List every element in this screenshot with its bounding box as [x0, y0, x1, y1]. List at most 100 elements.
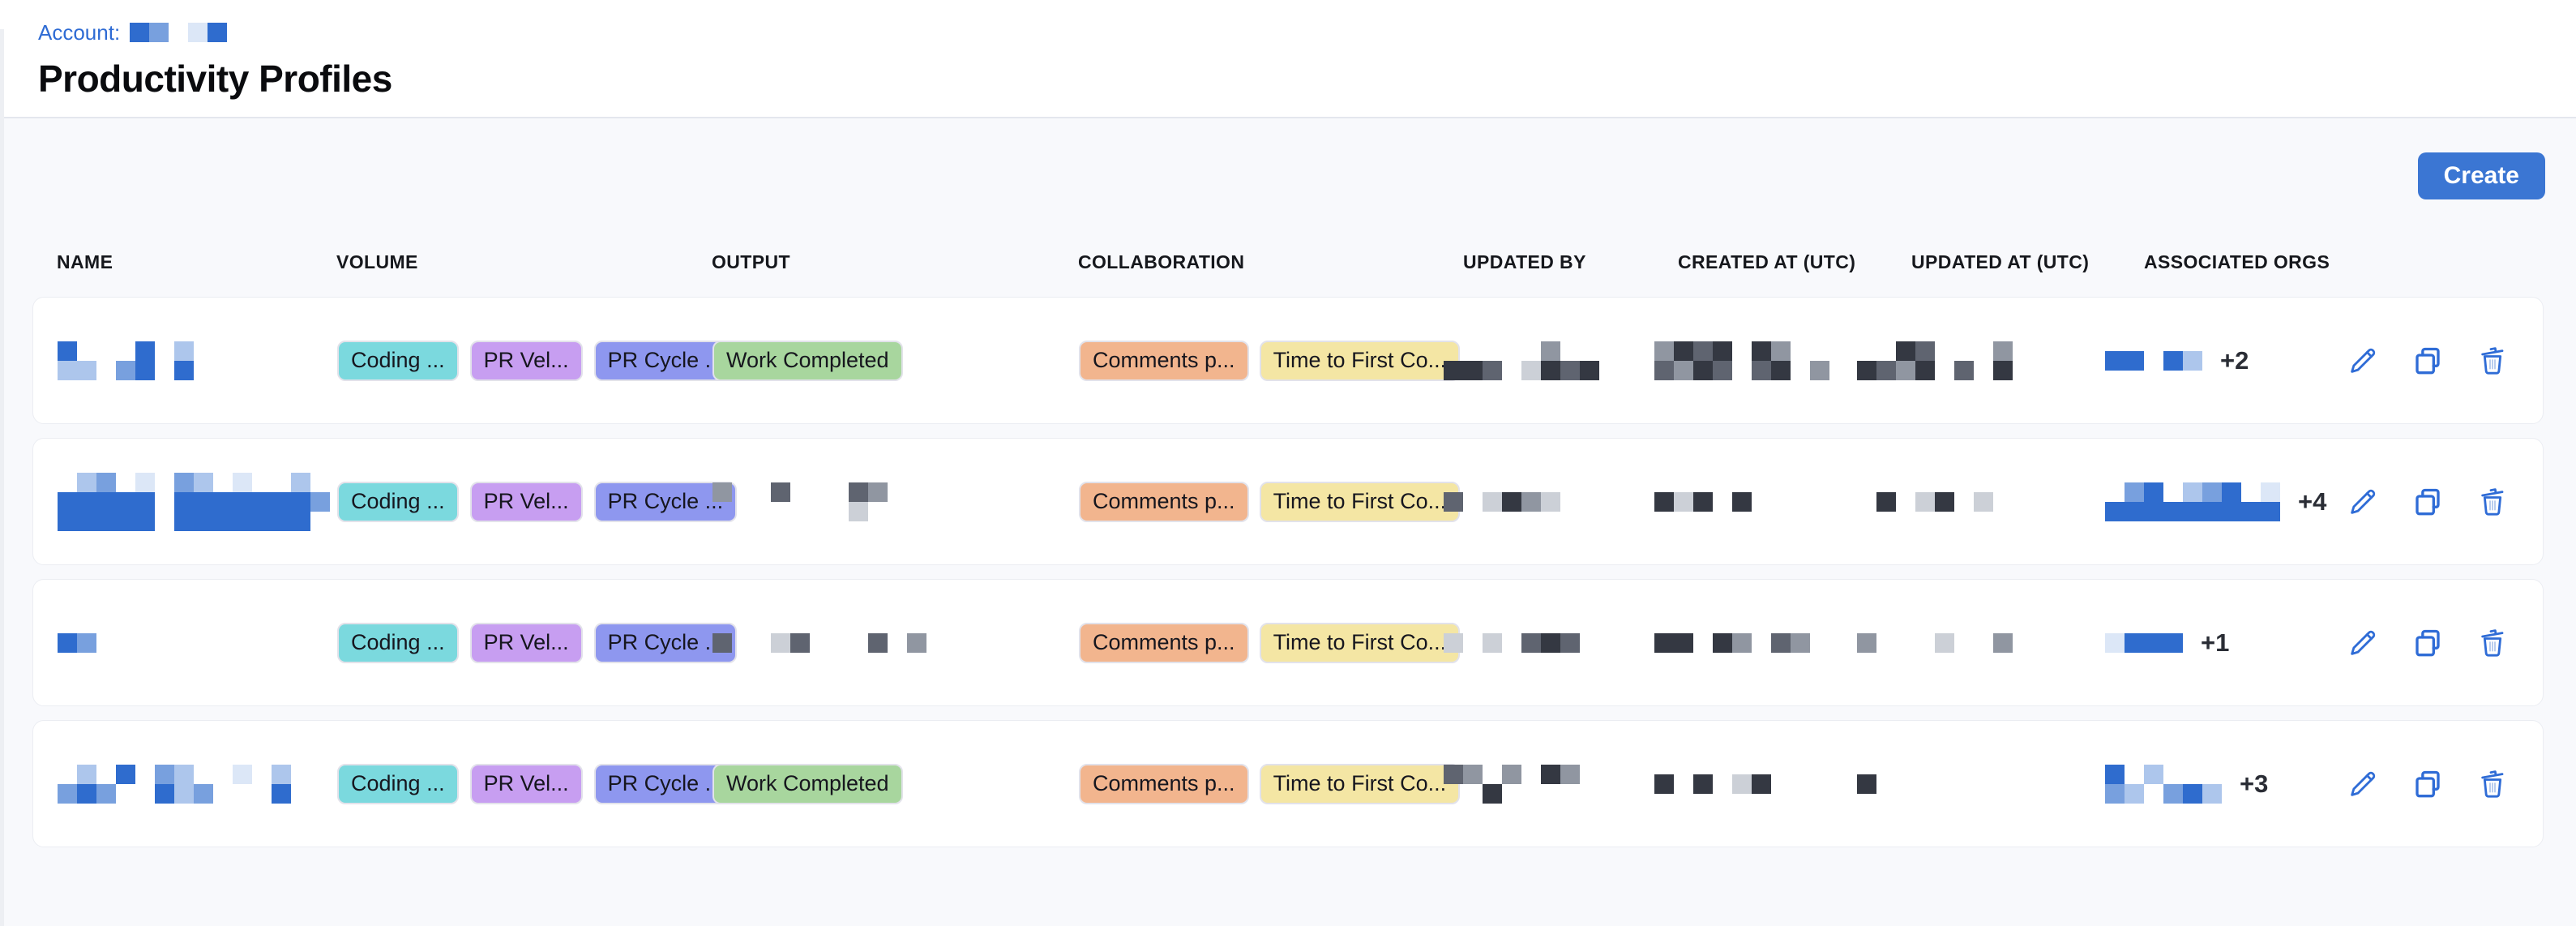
edit-button[interactable] [2345, 625, 2381, 661]
badge-coding: Coding ... [337, 341, 459, 381]
redacted-orgs [2105, 765, 2222, 804]
badge-pr_velocity: PR Vel... [470, 482, 583, 522]
badge-coding: Coding ... [337, 482, 459, 522]
badge-work_completed: Work Completed [712, 341, 903, 381]
table-row: Coding ...PR Vel...PR Cycle ... Comments… [32, 579, 2544, 706]
redacted-output [712, 633, 926, 653]
redacted-created-at [1654, 341, 1829, 380]
page-title: Productivity Profiles [38, 57, 2544, 101]
name-cell [58, 765, 291, 804]
page-header: Account: Productivity Profiles [0, 0, 2576, 118]
row-actions [2345, 625, 2510, 661]
orgs-more-count: +3 [2240, 770, 2268, 799]
table-header-row: NAMEVOLUMEOUTPUTCOLLABORATIONUPDATED BYC… [32, 251, 2544, 276]
output-badges: Work Completed [712, 341, 903, 381]
updated-by-cell [1444, 492, 1560, 512]
updated-by-cell [1444, 341, 1599, 380]
copy-icon [2411, 627, 2444, 659]
name-cell [58, 633, 96, 653]
duplicate-button[interactable] [2410, 766, 2445, 802]
volume-badges: Coding ...PR Vel...PR Cycle ... [337, 482, 737, 522]
pencil-icon [2347, 345, 2379, 377]
orgs-more-count: +4 [2298, 487, 2326, 517]
updated-by-cell [1444, 765, 1580, 804]
badge-coding: Coding ... [337, 623, 459, 663]
redacted-profile-name [58, 341, 194, 380]
column-header-updated_by: UPDATED BY [1463, 251, 1586, 273]
account-label: Account: [38, 20, 120, 45]
updated-at-cell [1857, 492, 1993, 512]
edit-button[interactable] [2345, 343, 2381, 379]
account-link[interactable]: Account: [38, 21, 2544, 44]
redacted-profile-name [58, 633, 96, 653]
redacted-orgs [2105, 351, 2202, 371]
redacted-updated-by [1444, 633, 1580, 653]
redacted-orgs [2105, 482, 2280, 521]
toolbar: Create [0, 118, 2576, 199]
redacted-account-name [130, 23, 227, 42]
redacted-updated-by [1444, 492, 1560, 512]
badge-pr_velocity: PR Vel... [470, 623, 583, 663]
table-row: Coding ...PR Vel...PR Cycle ... Work Com… [32, 720, 2544, 847]
delete-button[interactable] [2475, 343, 2510, 379]
redacted-updated-at [1857, 633, 2013, 653]
output-badges [712, 633, 926, 653]
name-cell [58, 473, 330, 531]
volume-badges: Coding ...PR Vel...PR Cycle ... [337, 623, 737, 663]
column-header-created_at: CREATED AT (UTC) [1678, 251, 1855, 273]
redacted-created-at [1654, 633, 1810, 653]
trash-icon [2476, 627, 2509, 659]
copy-icon [2411, 345, 2444, 377]
associated-orgs-cell: +1 [2105, 628, 2229, 658]
window-edge [0, 29, 4, 926]
badge-time_to_first: Time to First Co... [1260, 623, 1461, 663]
column-header-name: NAME [57, 251, 113, 273]
redacted-updated-at [1857, 774, 1876, 794]
redacted-profile-name [58, 473, 330, 531]
redacted-created-at [1654, 774, 1771, 794]
redacted-updated-at [1857, 492, 1993, 512]
badge-time_to_first: Time to First Co... [1260, 764, 1461, 804]
duplicate-button[interactable] [2410, 625, 2445, 661]
volume-badges: Coding ...PR Vel...PR Cycle ... [337, 341, 737, 381]
duplicate-button[interactable] [2410, 343, 2445, 379]
table-row: Coding ...PR Vel...PR Cycle ... Work Com… [32, 297, 2544, 424]
created-at-cell [1654, 492, 1752, 512]
trash-icon [2476, 768, 2509, 800]
orgs-more-count: +2 [2220, 346, 2249, 375]
column-header-orgs: ASSOCIATED ORGS [2144, 251, 2330, 273]
badge-comments: Comments p... [1079, 482, 1249, 522]
collaboration-badges: Comments p...Time to First Co... [1079, 482, 1460, 522]
create-button[interactable]: Create [2418, 152, 2545, 199]
delete-button[interactable] [2475, 484, 2510, 520]
table-body: Coding ...PR Vel...PR Cycle ... Work Com… [32, 297, 2544, 847]
collaboration-badges: Comments p... Time to First Co... [1079, 764, 1460, 804]
edit-button[interactable] [2345, 766, 2381, 802]
row-actions [2345, 484, 2510, 520]
edit-button[interactable] [2345, 484, 2381, 520]
badge-comments: Comments p... [1079, 764, 1249, 804]
name-cell [58, 341, 194, 380]
badge-pr_velocity: PR Vel... [470, 341, 583, 381]
duplicate-button[interactable] [2410, 484, 2445, 520]
badge-time_to_first: Time to First Co... [1260, 341, 1461, 381]
column-header-output: OUTPUT [712, 251, 790, 273]
trash-icon [2476, 486, 2509, 518]
pencil-icon [2347, 627, 2379, 659]
redacted-updated-at [1857, 341, 2013, 380]
collaboration-badges: Comments p... Time to First Co... [1079, 341, 1460, 381]
output-badges: Work Completed [712, 764, 903, 804]
badge-comments: Comments p... [1079, 341, 1249, 381]
created-at-cell [1654, 774, 1771, 794]
delete-button[interactable] [2475, 766, 2510, 802]
row-actions [2345, 766, 2510, 802]
table-row: Coding ...PR Vel...PR Cycle ... Comments… [32, 438, 2544, 565]
delete-button[interactable] [2475, 625, 2510, 661]
badge-work_completed: Work Completed [712, 764, 903, 804]
column-header-collaboration: COLLABORATION [1078, 251, 1244, 273]
redacted-orgs [2105, 633, 2183, 653]
redacted-updated-by [1444, 765, 1580, 804]
pencil-icon [2347, 768, 2379, 800]
updated-at-cell [1857, 341, 2013, 380]
associated-orgs-cell: +2 [2105, 346, 2249, 375]
